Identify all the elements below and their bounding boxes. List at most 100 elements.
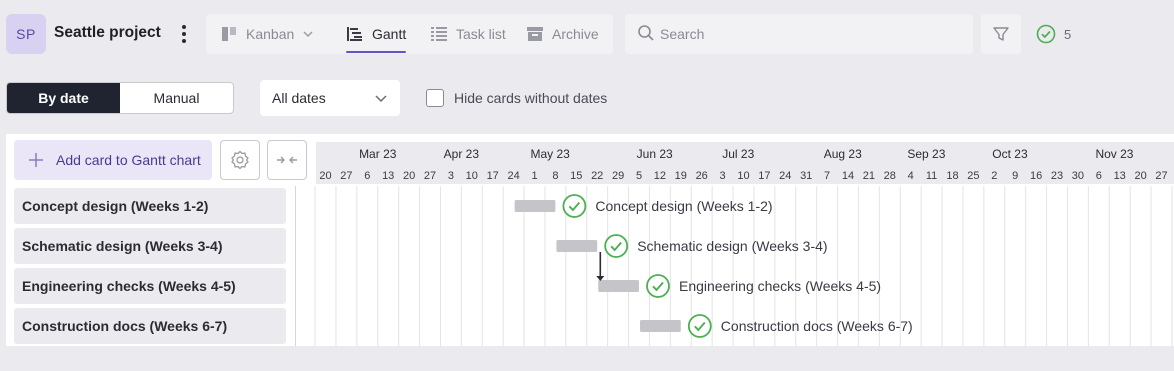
week-tick-label: 14 <box>842 170 854 182</box>
done-check-icon <box>687 314 712 338</box>
week-tick-label: 1 <box>531 170 537 182</box>
date-filter-value: All dates <box>272 90 326 106</box>
week-tick-label: 16 <box>1030 170 1042 182</box>
bottom-strip <box>0 346 1174 371</box>
week-tick-label: 20 <box>1134 170 1146 182</box>
week-tick-label: 5 <box>636 170 642 182</box>
search-icon <box>638 25 654 41</box>
week-tick-label: 12 <box>654 170 666 182</box>
week-tick-label: 27 <box>1155 170 1167 182</box>
week-tick-label: 13 <box>382 170 394 182</box>
task-bar <box>598 280 639 292</box>
card-row-concept-design[interactable]: Concept design (Weeks 1-2) <box>14 188 286 224</box>
week-tick-label: 9 <box>1012 170 1018 182</box>
gantt-panel: Add card to Gantt chart Concept design (… <box>6 134 1174 346</box>
task-bar <box>640 320 681 332</box>
week-tick-label: 22 <box>591 170 603 182</box>
month-label: Sep 23 <box>907 147 945 161</box>
card-row-construction-docs[interactable]: Construction docs (Weeks 6-7) <box>14 308 286 344</box>
week-tick-label: 8 <box>552 170 558 182</box>
gantt-settings-button[interactable] <box>220 140 260 180</box>
week-tick-label: 17 <box>758 170 770 182</box>
week-tick-label: 4 <box>908 170 914 182</box>
gantt-icon <box>347 27 362 41</box>
project-title[interactable]: Seattle project <box>54 24 161 42</box>
month-label: Aug 23 <box>824 147 862 161</box>
week-tick-label: 24 <box>779 170 791 182</box>
week-tick-label: 20 <box>403 170 415 182</box>
tab-label: Kanban <box>246 26 295 42</box>
week-tick-label: 11 <box>926 170 937 182</box>
filter-icon <box>993 27 1009 41</box>
month-label: Jun 23 <box>637 147 673 161</box>
add-card-button[interactable]: Add card to Gantt chart <box>14 140 212 180</box>
week-tick-label: 29 <box>612 170 624 182</box>
completed-count: 5 <box>1064 26 1072 42</box>
date-filter-select[interactable]: All dates <box>260 80 400 116</box>
gear-icon <box>231 150 249 170</box>
tab-label: Task list <box>456 26 506 42</box>
week-tick-label: 31 <box>800 170 812 182</box>
card-row-schematic-design[interactable]: Schematic design (Weeks 3-4) <box>14 228 286 264</box>
more-options-icon[interactable] <box>176 22 192 46</box>
hide-cards-checkbox[interactable] <box>426 89 444 107</box>
week-tick-label: 30 <box>1072 170 1084 182</box>
task-bar-label: Construction docs (Weeks 6-7) <box>721 318 913 334</box>
kanban-icon <box>222 27 236 41</box>
month-label: May 23 <box>530 147 570 161</box>
chevron-down-icon[interactable] <box>302 28 314 40</box>
week-tick-label: 21 <box>863 170 875 182</box>
week-tick-label: 25 <box>967 170 979 182</box>
tab-kanban[interactable]: Kanban <box>220 14 314 54</box>
add-card-label: Add card to Gantt chart <box>56 152 201 168</box>
month-label: Mar 23 <box>359 147 397 161</box>
tab-task-list[interactable]: Task list <box>430 14 506 54</box>
archive-icon <box>527 27 543 41</box>
week-tick-label: 19 <box>675 170 687 182</box>
task-bar-label: Engineering checks (Weeks 4-5) <box>679 278 881 294</box>
week-tick-label: 2 <box>991 170 997 182</box>
month-label: Nov 23 <box>1095 147 1133 161</box>
tab-label: Gantt <box>372 26 407 42</box>
week-tick-label: 27 <box>340 170 352 182</box>
card-row-engineering-checks[interactable]: Engineering checks (Weeks 4-5) <box>14 268 286 304</box>
week-tick-label: 10 <box>737 170 749 182</box>
week-tick-label: 10 <box>466 170 478 182</box>
week-tick-label: 27 <box>424 170 436 182</box>
view-switcher: Kanban Gantt Task list Archive <box>206 14 613 54</box>
task-bar <box>514 200 556 212</box>
month-label: Jul 23 <box>722 147 754 161</box>
week-tick-label: 15 <box>570 170 582 182</box>
task-bar <box>556 240 598 252</box>
week-tick-label: 6 <box>1096 170 1102 182</box>
task-bar-label: Schematic design (Weeks 3-4) <box>637 238 827 254</box>
week-tick-label: 24 <box>507 170 519 182</box>
hide-cards-label: Hide cards without dates <box>454 90 608 106</box>
month-label: Apr 23 <box>444 147 480 161</box>
week-tick-label: 20 <box>319 170 331 182</box>
manual-button[interactable]: Manual <box>120 83 233 113</box>
done-check-icon <box>604 234 629 258</box>
week-tick-label: 28 <box>884 170 896 182</box>
project-avatar[interactable]: SP <box>6 14 46 54</box>
week-tick-label: 17 <box>487 170 499 182</box>
completed-cards-counter[interactable]: 5 <box>1036 24 1071 44</box>
week-tick-label: 23 <box>1051 170 1063 182</box>
task-bar-label: Concept design (Weeks 1-2) <box>595 198 772 214</box>
filter-button[interactable] <box>981 14 1021 54</box>
tab-archive[interactable]: Archive <box>526 14 599 54</box>
month-label: Oct 23 <box>992 147 1028 161</box>
week-tick-label: 18 <box>946 170 958 182</box>
tab-gantt[interactable]: Gantt <box>346 14 407 54</box>
search-input[interactable] <box>660 14 960 54</box>
list-icon <box>431 27 447 41</box>
by-date-button[interactable]: By date <box>7 83 120 113</box>
week-tick-label: 26 <box>696 170 708 182</box>
top-bar: SP Seattle project Kanban Gantt Task lis… <box>0 0 1174 68</box>
check-circle-icon <box>1036 24 1056 44</box>
chevron-down-icon <box>375 95 387 103</box>
timeline-grid: 20 27 6 13 20 27 3 10 17 24 1 8 15 22 29 5 12 19 26 3 10 17 24… <box>295 147 1173 346</box>
week-tick-label: 7 <box>824 170 830 182</box>
sort-mode-toggle: By date Manual <box>6 82 234 114</box>
week-tick-label: 3 <box>448 170 454 182</box>
